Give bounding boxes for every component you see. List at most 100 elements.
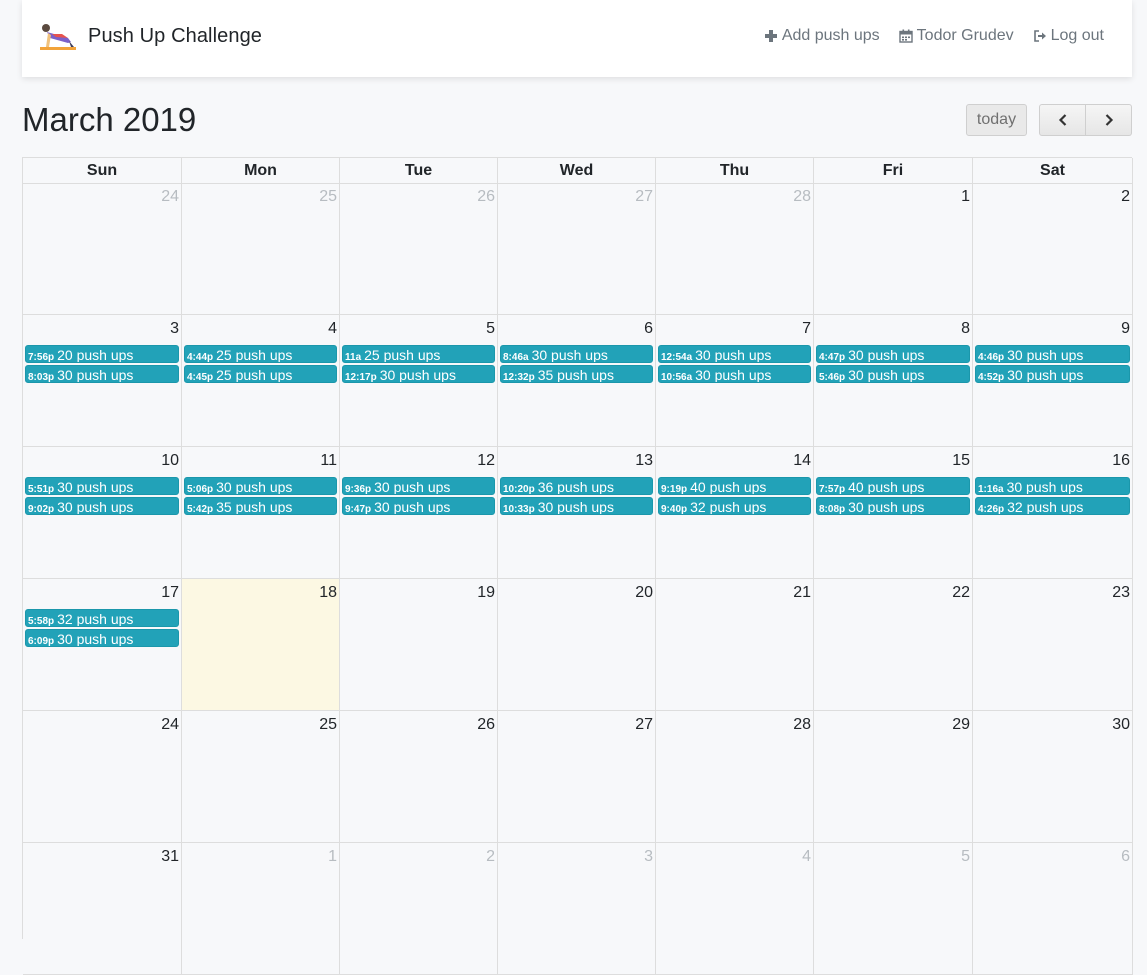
event-time: 4:52p bbox=[978, 372, 1005, 383]
event-time: 1:16a bbox=[978, 484, 1004, 495]
day-cell[interactable]: 9 4:46p 30 push ups 4:52p 30 push ups bbox=[973, 315, 1133, 447]
calendar-event[interactable]: 4:26p 32 push ups bbox=[975, 497, 1130, 515]
day-events: 4:46p 30 push ups 4:52p 30 push ups bbox=[975, 345, 1130, 385]
calendar-event[interactable]: 4:47p 30 push ups bbox=[816, 345, 970, 363]
calendar-event[interactable]: 7:56p 20 push ups bbox=[25, 345, 179, 363]
day-cell[interactable]: 4 bbox=[656, 843, 814, 975]
day-cell[interactable]: 13 10:20p 36 push ups 10:33p 30 push ups bbox=[498, 447, 656, 579]
calendar-event[interactable]: 9:19p 40 push ups bbox=[658, 477, 811, 495]
day-cell[interactable]: 20 bbox=[498, 579, 656, 711]
calendar-event[interactable]: 1:16a 30 push ups bbox=[975, 477, 1130, 495]
calendar-icon bbox=[898, 29, 913, 43]
day-cell[interactable]: 2 bbox=[973, 183, 1133, 315]
calendar-event[interactable]: 8:03p 30 push ups bbox=[25, 365, 179, 383]
calendar-event[interactable]: 12:54a 30 push ups bbox=[658, 345, 811, 363]
event-title: 32 push ups bbox=[690, 499, 767, 515]
day-cell[interactable]: 6 bbox=[973, 843, 1133, 975]
day-cell[interactable]: 6 8:46a 30 push ups 12:32p 35 push ups bbox=[498, 315, 656, 447]
day-cell[interactable]: 30 bbox=[973, 711, 1133, 843]
day-cell[interactable]: 22 bbox=[814, 579, 973, 711]
day-cell[interactable]: 31 bbox=[23, 843, 182, 975]
calendar-event[interactable]: 5:46p 30 push ups bbox=[816, 365, 970, 383]
add-push-ups-link[interactable]: Add push ups bbox=[764, 27, 880, 45]
day-cell[interactable]: 26 bbox=[340, 183, 498, 315]
event-title: 30 push ups bbox=[374, 499, 451, 515]
day-cell[interactable]: 2 bbox=[340, 843, 498, 975]
calendar-event[interactable]: 4:52p 30 push ups bbox=[975, 365, 1130, 383]
day-cell[interactable]: 4 4:44p 25 push ups 4:45p 25 push ups bbox=[182, 315, 340, 447]
day-cell[interactable]: 1 bbox=[182, 843, 340, 975]
event-title: 30 push ups bbox=[848, 347, 925, 363]
week-row: 24 25 26 27 28 29 30 bbox=[23, 711, 1133, 843]
calendar-event[interactable]: 10:20p 36 push ups bbox=[500, 477, 653, 495]
day-cell[interactable]: 27 bbox=[498, 711, 656, 843]
calendar-event[interactable]: 5:51p 30 push ups bbox=[25, 477, 179, 495]
calendar-event[interactable]: 8:08p 30 push ups bbox=[816, 497, 970, 515]
day-cell[interactable]: 28 bbox=[656, 711, 814, 843]
day-cell[interactable]: 10 5:51p 30 push ups 9:02p 30 push ups bbox=[23, 447, 182, 579]
day-cell[interactable]: 1 bbox=[814, 183, 973, 315]
day-cell[interactable]: 29 bbox=[814, 711, 973, 843]
day-cell[interactable]: 3 7:56p 20 push ups 8:03p 30 push ups bbox=[23, 315, 182, 447]
day-cell[interactable]: 21 bbox=[656, 579, 814, 711]
calendar-event[interactable]: 10:56a 30 push ups bbox=[658, 365, 811, 383]
brand[interactable]: Push Up Challenge bbox=[38, 20, 262, 52]
day-cell[interactable]: 28 bbox=[656, 183, 814, 315]
day-cell[interactable]: 24 bbox=[23, 183, 182, 315]
day-cell[interactable]: 5 bbox=[814, 843, 973, 975]
calendar-event[interactable]: 8:46a 30 push ups bbox=[500, 345, 653, 363]
day-cell[interactable]: 12 9:36p 30 push ups 9:47p 30 push ups bbox=[340, 447, 498, 579]
plus-icon bbox=[764, 30, 777, 42]
calendar-event[interactable]: 5:06p 30 push ups bbox=[184, 477, 337, 495]
day-cell[interactable]: 16 1:16a 30 push ups 4:26p 32 push ups bbox=[973, 447, 1133, 579]
day-cell[interactable]: 27 bbox=[498, 183, 656, 315]
event-time: 11a bbox=[345, 352, 362, 363]
day-cell[interactable]: 19 bbox=[340, 579, 498, 711]
day-cell[interactable]: 26 bbox=[340, 711, 498, 843]
day-cell[interactable]: 25 bbox=[182, 183, 340, 315]
day-cell[interactable]: 14 9:19p 40 push ups 9:40p 32 push ups bbox=[656, 447, 814, 579]
calendar-event[interactable]: 5:58p 32 push ups bbox=[25, 609, 179, 627]
day-events: 4:44p 25 push ups 4:45p 25 push ups bbox=[184, 345, 337, 385]
day-cell[interactable]: 23 bbox=[973, 579, 1133, 711]
event-time: 9:36p bbox=[345, 484, 372, 495]
event-time: 4:44p bbox=[187, 352, 214, 363]
day-events: 8:46a 30 push ups 12:32p 35 push ups bbox=[500, 345, 653, 385]
next-month-button[interactable] bbox=[1086, 104, 1132, 136]
calendar-event[interactable]: 10:33p 30 push ups bbox=[500, 497, 653, 515]
day-cell[interactable]: 25 bbox=[182, 711, 340, 843]
calendar-event[interactable]: 12:32p 35 push ups bbox=[500, 365, 653, 383]
day-cell[interactable]: 17 5:58p 32 push ups 6:09p 30 push ups bbox=[23, 579, 182, 711]
calendar-event[interactable]: 4:45p 25 push ups bbox=[184, 365, 337, 383]
day-cell[interactable]: 8 4:47p 30 push ups 5:46p 30 push ups bbox=[814, 315, 973, 447]
calendar-event[interactable]: 9:40p 32 push ups bbox=[658, 497, 811, 515]
day-cell[interactable]: 11 5:06p 30 push ups 5:42p 35 push ups bbox=[182, 447, 340, 579]
calendar-event[interactable]: 4:44p 25 push ups bbox=[184, 345, 337, 363]
day-number: 14 bbox=[793, 452, 811, 469]
prev-month-button[interactable] bbox=[1039, 104, 1086, 136]
day-cell[interactable]: 5 11a 25 push ups 12:17p 30 push ups bbox=[340, 315, 498, 447]
day-number: 30 bbox=[1112, 716, 1130, 733]
logout-link[interactable]: Log out bbox=[1033, 27, 1104, 45]
event-time: 9:02p bbox=[28, 504, 55, 515]
day-number: 16 bbox=[1112, 452, 1130, 469]
today-button[interactable]: today bbox=[966, 104, 1027, 136]
calendar-event[interactable]: 9:36p 30 push ups bbox=[342, 477, 495, 495]
calendar-event[interactable]: 9:02p 30 push ups bbox=[25, 497, 179, 515]
calendar-event[interactable]: 6:09p 30 push ups bbox=[25, 629, 179, 647]
event-time: 8:46a bbox=[503, 352, 529, 363]
calendar-event[interactable]: 9:47p 30 push ups bbox=[342, 497, 495, 515]
calendar-event[interactable]: 11a 25 push ups bbox=[342, 345, 495, 363]
calendar-event[interactable]: 12:17p 30 push ups bbox=[342, 365, 495, 383]
day-cell-today[interactable]: 18 bbox=[182, 579, 340, 711]
user-profile-link[interactable]: Todor Grudev bbox=[898, 27, 1014, 45]
day-number: 21 bbox=[793, 584, 811, 601]
day-cell[interactable]: 24 bbox=[23, 711, 182, 843]
calendar-event[interactable]: 4:46p 30 push ups bbox=[975, 345, 1130, 363]
week-row: 17 5:58p 32 push ups 6:09p 30 push ups 18 19 20… bbox=[23, 579, 1133, 711]
day-cell[interactable]: 7 12:54a 30 push ups 10:56a 30 push ups bbox=[656, 315, 814, 447]
day-cell[interactable]: 15 7:57p 40 push ups 8:08p 30 push ups bbox=[814, 447, 973, 579]
day-cell[interactable]: 3 bbox=[498, 843, 656, 975]
calendar-event[interactable]: 7:57p 40 push ups bbox=[816, 477, 970, 495]
calendar-event[interactable]: 5:42p 35 push ups bbox=[184, 497, 337, 515]
